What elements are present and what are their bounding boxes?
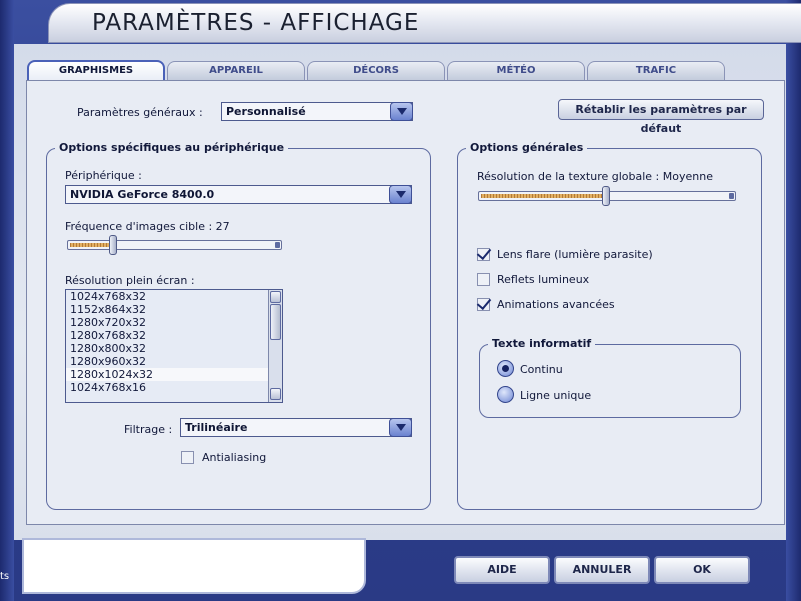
general-options-title: Options générales <box>466 141 588 154</box>
status-area <box>22 538 366 594</box>
framerate-slider-thumb[interactable] <box>109 235 117 255</box>
resolution-label: Résolution plein écran : <box>65 274 195 287</box>
general-settings-label: Paramètres généraux : <box>77 106 203 119</box>
lens-flare-label: Lens flare (lumière parasite) <box>497 248 653 261</box>
texture-slider-fill <box>481 194 604 198</box>
side-text: ts <box>0 571 10 582</box>
resolution-scrollbar[interactable] <box>268 290 282 402</box>
chevron-down-icon[interactable] <box>389 185 412 204</box>
texture-slider[interactable] <box>478 186 736 206</box>
list-item[interactable]: 1024x768x32 <box>66 290 282 303</box>
list-item[interactable]: 1152x864x32 <box>66 303 282 316</box>
frame-left-edge <box>0 0 14 601</box>
list-item[interactable]: 1280x960x32 <box>66 355 282 368</box>
cancel-button[interactable]: ANNULER <box>554 556 650 584</box>
list-item[interactable]: 1280x800x32 <box>66 342 282 355</box>
info-text-title: Texte informatif <box>488 337 596 350</box>
tab-decors[interactable]: DÉCORS <box>307 61 445 80</box>
filter-dropdown[interactable]: Trilinéaire <box>180 418 412 437</box>
reflections-label: Reflets lumineux <box>497 273 590 286</box>
animations-label: Animations avancées <box>497 298 615 311</box>
reset-defaults-button[interactable]: Rétablir les paramètres par défaut <box>558 99 764 135</box>
ok-button[interactable]: OK <box>654 556 750 584</box>
tab-meteo[interactable]: MÉTÉO <box>447 61 585 80</box>
device-options-title: Options spécifiques au périphérique <box>55 141 289 154</box>
filter-label: Filtrage : <box>124 423 173 436</box>
filter-value: Trilinéaire <box>185 421 248 434</box>
general-settings-dropdown[interactable]: Personnalisé <box>221 102 413 121</box>
animations-checkbox[interactable] <box>477 298 490 311</box>
tab-appareil[interactable]: APPAREIL <box>167 61 305 80</box>
radio-single-line[interactable] <box>497 386 514 403</box>
tab-graphismes[interactable]: GRAPHISMES <box>27 60 165 81</box>
antialiasing-label: Antialiasing <box>202 451 267 464</box>
antialiasing-checkbox[interactable] <box>181 451 194 464</box>
list-item[interactable]: 1280x768x32 <box>66 329 282 342</box>
framerate-slider-fill <box>70 243 111 247</box>
list-item-selected[interactable]: 1280x1024x32 <box>66 368 282 381</box>
general-settings-value: Personnalisé <box>226 105 306 118</box>
slider-endcap <box>275 242 280 248</box>
window-title: PARAMÈTRES - AFFICHAGE <box>92 10 420 36</box>
framerate-slider[interactable] <box>67 235 282 255</box>
help-button[interactable]: AIDE <box>454 556 550 584</box>
radio-continu[interactable] <box>497 360 514 377</box>
tab-trafic[interactable]: TRAFIC <box>587 61 725 80</box>
frame-right-edge <box>786 0 801 601</box>
list-item[interactable]: 1280x720x32 <box>66 316 282 329</box>
chevron-down-icon[interactable] <box>389 418 412 437</box>
scroll-thumb[interactable] <box>270 304 281 340</box>
texture-resolution-label: Résolution de la texture globale : Moyen… <box>477 170 713 183</box>
device-dropdown[interactable]: NVIDIA GeForce 8400.0 <box>65 185 412 204</box>
lens-flare-checkbox[interactable] <box>477 248 490 261</box>
scroll-up-icon[interactable] <box>270 291 281 303</box>
scroll-down-icon[interactable] <box>270 388 281 400</box>
info-text-group: Texte informatif <box>479 337 741 418</box>
resolution-list[interactable]: 1024x768x32 1152x864x32 1280x720x32 1280… <box>65 289 283 403</box>
framerate-label: Fréquence d'images cible : 27 <box>65 220 230 233</box>
device-label: Périphérique : <box>65 169 142 182</box>
reflections-checkbox[interactable] <box>477 273 490 286</box>
radio-single-line-label: Ligne unique <box>520 389 592 402</box>
device-value: NVIDIA GeForce 8400.0 <box>70 188 215 201</box>
radio-continu-label: Continu <box>520 363 563 376</box>
slider-endcap <box>729 193 734 199</box>
texture-slider-thumb[interactable] <box>602 186 610 206</box>
chevron-down-icon[interactable] <box>390 102 413 121</box>
list-item[interactable]: 1024x768x16 <box>66 381 282 394</box>
